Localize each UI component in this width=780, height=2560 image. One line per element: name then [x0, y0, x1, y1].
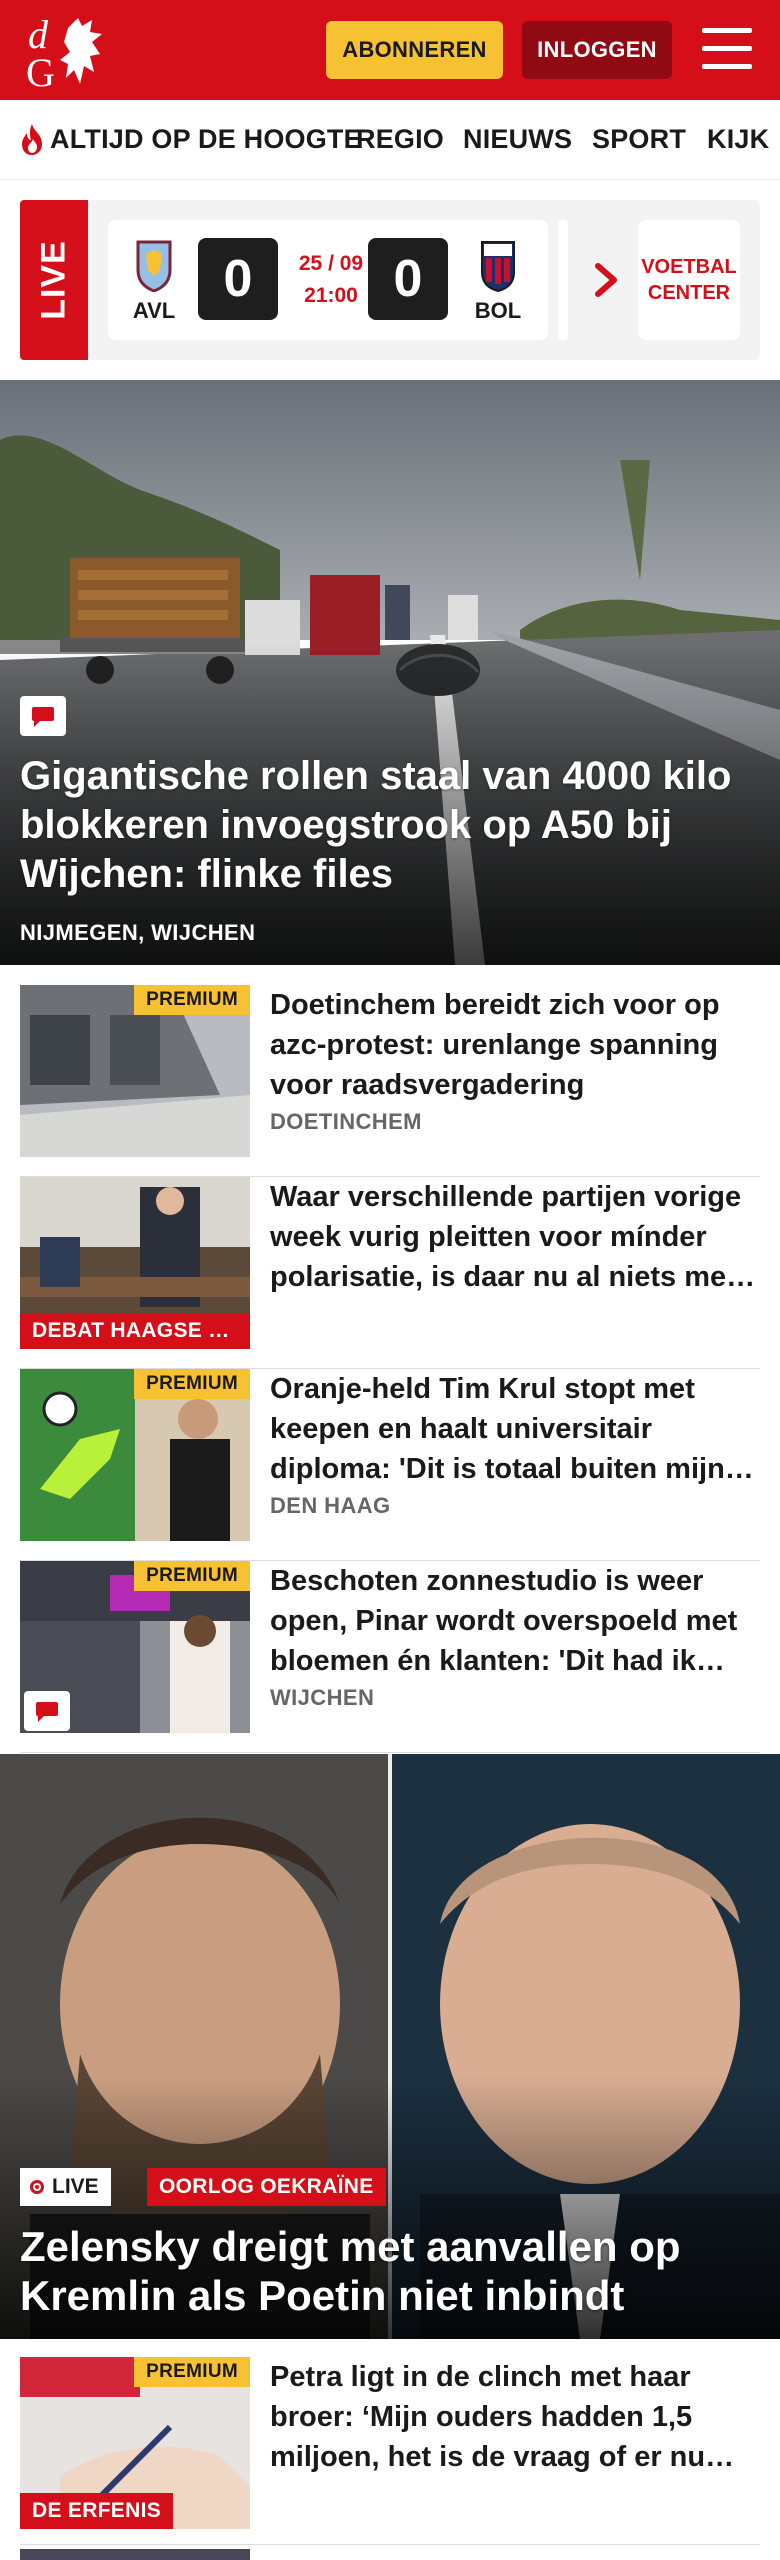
nav-item-kijk[interactable]: KIJK: [707, 124, 769, 155]
article-location: DEN HAAG: [270, 1493, 391, 1518]
article-title[interactable]: Oranje-held Tim Krul stopt met keepen en…: [270, 1369, 760, 1489]
hero-title[interactable]: Gigantische rollen staal van 4000 kilo b…: [20, 752, 765, 899]
live-scores-widget: LIVE AVL 0 25 / 09 21:00 0 BOL VOETBAL C…: [20, 200, 760, 360]
voetbal-center-link[interactable]: VOETBAL CENTER: [638, 220, 740, 340]
comment-icon: [20, 696, 66, 736]
login-button[interactable]: INLOGGEN: [522, 21, 672, 79]
premium-badge: PREMIUM: [134, 1369, 250, 1399]
hero-article[interactable]: Gigantische rollen staal van 4000 kilo b…: [0, 380, 780, 965]
list-item[interactable]: PREMIUM Beschoten zonnestudio is weer op…: [20, 1561, 760, 1753]
premium-badge: PREMIUM: [134, 1561, 250, 1591]
article-thumbnail: PREMIUM DE ERFENIS: [20, 2357, 250, 2529]
article-category-tag: DEBAT HAAGSE R...: [20, 1313, 250, 1349]
home-score: 0: [198, 238, 278, 320]
premium-badge: PREMIUM: [134, 985, 250, 1015]
top-bar: d G ABONNEREN INLOGGEN: [0, 0, 780, 100]
article-thumbnail: PREMIUM: [20, 1561, 250, 1733]
hamburger-menu-icon[interactable]: [702, 24, 752, 74]
match-card[interactable]: AVL 0 25 / 09 21:00 0 BOL: [108, 220, 548, 340]
article-location: DOETINCHEM: [270, 1109, 422, 1134]
list-item[interactable]: DEBAT HAAGSE R... Waar verschillende par…: [20, 1177, 760, 1369]
list-item[interactable]: PREMIUM Oranje-held Tim Krul stopt met k…: [20, 1369, 760, 1561]
feature-title[interactable]: Zelensky dreigt met aanvallen op Kremlin…: [20, 2222, 760, 2320]
article-thumbnail: PREMIUM: [20, 985, 250, 1157]
article-location: WIJCHEN: [270, 1685, 375, 1710]
article-title[interactable]: Waar verschillende partijen vorige week …: [270, 1177, 760, 1297]
article-thumbnail-peek: [20, 2549, 250, 2560]
live-label: LIVE: [20, 200, 88, 360]
article-title[interactable]: Doetinchem bereidt zich voor op azc-prot…: [270, 985, 760, 1105]
premium-badge: PREMIUM: [134, 2357, 250, 2387]
logo[interactable]: d G: [20, 8, 116, 92]
chevron-right-icon[interactable]: [592, 260, 622, 300]
aston-villa-crest-icon: [136, 240, 172, 292]
svg-text:G: G: [26, 50, 55, 92]
nav-item-altijd-op-de-hoogte[interactable]: ALTIJD OP DE HOOGTE: [50, 124, 362, 155]
hero-location: NIJMEGEN, WIJCHEN: [20, 920, 256, 945]
live-badge: LIVE: [20, 2168, 111, 2206]
fire-icon: [22, 124, 42, 155]
nav-item-nieuws[interactable]: NIEUWS: [463, 124, 572, 155]
match-datetime: 25 / 09 21:00: [298, 252, 364, 307]
list-item[interactable]: PREMIUM DE ERFENIS Petra ligt in de clin…: [20, 2357, 760, 2545]
list-item[interactable]: PREMIUM Doetinchem bereidt zich voor op …: [20, 985, 760, 1177]
article-title[interactable]: Beschoten zonnestudio is weer open, Pina…: [270, 1561, 760, 1681]
nav-item-sport[interactable]: SPORT: [592, 124, 686, 155]
article-thumbnail: DEBAT HAAGSE R...: [20, 1177, 250, 1349]
main-nav: ALTIJD OP DE HOOGTE REGIO NIEUWS SPORT K…: [0, 100, 780, 180]
feature-article[interactable]: LIVE OORLOG OEKRAÏNE Zelensky dreigt met…: [0, 1754, 780, 2339]
article-category-tag: OORLOG OEKRAÏNE: [147, 2168, 386, 2206]
article-thumbnail: PREMIUM: [20, 1369, 250, 1541]
article-category-tag: DE ERFENIS: [20, 2493, 174, 2529]
nav-item-regio[interactable]: REGIO: [356, 124, 444, 155]
home-team-abbr: AVL: [132, 298, 176, 323]
next-match-card[interactable]: [558, 220, 568, 340]
comment-icon: [24, 1691, 70, 1731]
away-team-abbr: BOL: [474, 298, 522, 323]
subscribe-button[interactable]: ABONNEREN: [326, 21, 503, 79]
away-score: 0: [368, 238, 448, 320]
article-title[interactable]: Petra ligt in de clinch met haar broer: …: [270, 2357, 760, 2477]
live-dot-icon: [30, 2180, 44, 2194]
bologna-crest-icon: [481, 241, 515, 292]
